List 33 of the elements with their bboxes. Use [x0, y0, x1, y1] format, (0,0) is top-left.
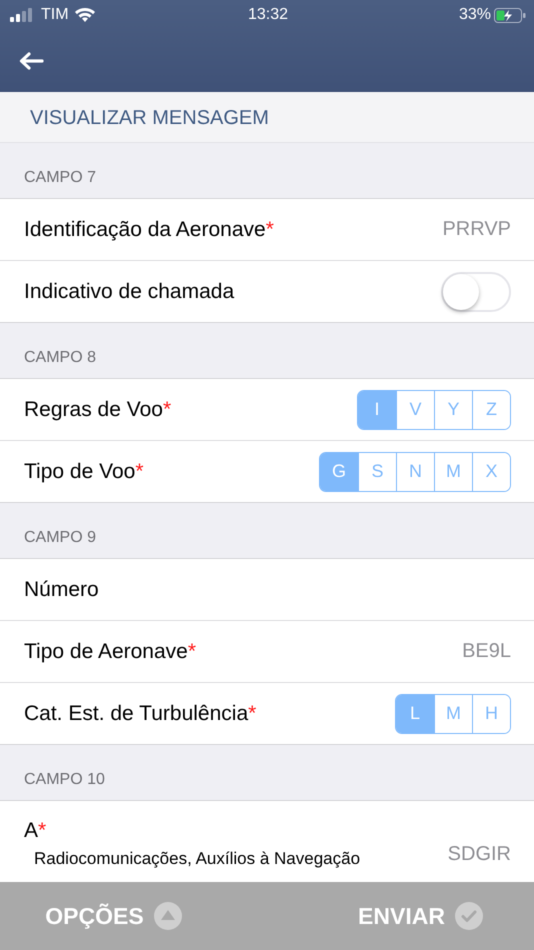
field-label: A* — [24, 819, 48, 843]
section-header: CAMPO 10 — [24, 771, 105, 789]
page-title: VISUALIZAR MENSAGEM — [30, 106, 269, 130]
send-button[interactable]: ENVIAR — [267, 882, 534, 950]
field-label: Regras de Voo* — [24, 398, 172, 422]
segment-option[interactable]: G — [320, 452, 358, 490]
wifi-icon — [74, 7, 96, 23]
clock-time: 13:32 — [248, 6, 288, 24]
field-label: Número — [24, 578, 99, 602]
field-value[interactable]: SDGIR — [448, 843, 511, 866]
field-value[interactable]: PRRVP — [442, 218, 511, 241]
field-value[interactable]: BE9L — [462, 640, 511, 663]
segment-option[interactable]: L — [396, 694, 434, 732]
back-arrow-icon — [18, 51, 44, 71]
battery-charging-icon — [494, 8, 526, 22]
options-button[interactable]: OPÇÕES — [0, 882, 267, 950]
checkmark-icon — [454, 902, 483, 930]
toggle-switch[interactable] — [441, 272, 511, 312]
section-header: CAMPO 8 — [24, 349, 96, 367]
segment-option[interactable]: H — [472, 694, 510, 732]
field-label: Cat. Est. de Turbulência* — [24, 702, 256, 726]
segment-option[interactable]: I — [358, 390, 396, 428]
field-label: Identificação da Aeronave* — [24, 218, 274, 242]
field-description: Radiocomunicações, Auxílios à Navegação — [33, 849, 360, 869]
section-header: CAMPO 9 — [24, 529, 96, 547]
field-label: Tipo de Aeronave* — [24, 640, 196, 664]
field-label: Indicativo de chamada — [24, 280, 234, 304]
segment-option[interactable]: X — [472, 452, 510, 490]
field-label: Tipo de Voo* — [24, 460, 144, 484]
segment-option[interactable]: Z — [472, 390, 510, 428]
battery-percent: 33% — [458, 6, 491, 24]
carrier-name: TIM — [41, 6, 69, 24]
section-header: CAMPO 7 — [24, 169, 96, 187]
